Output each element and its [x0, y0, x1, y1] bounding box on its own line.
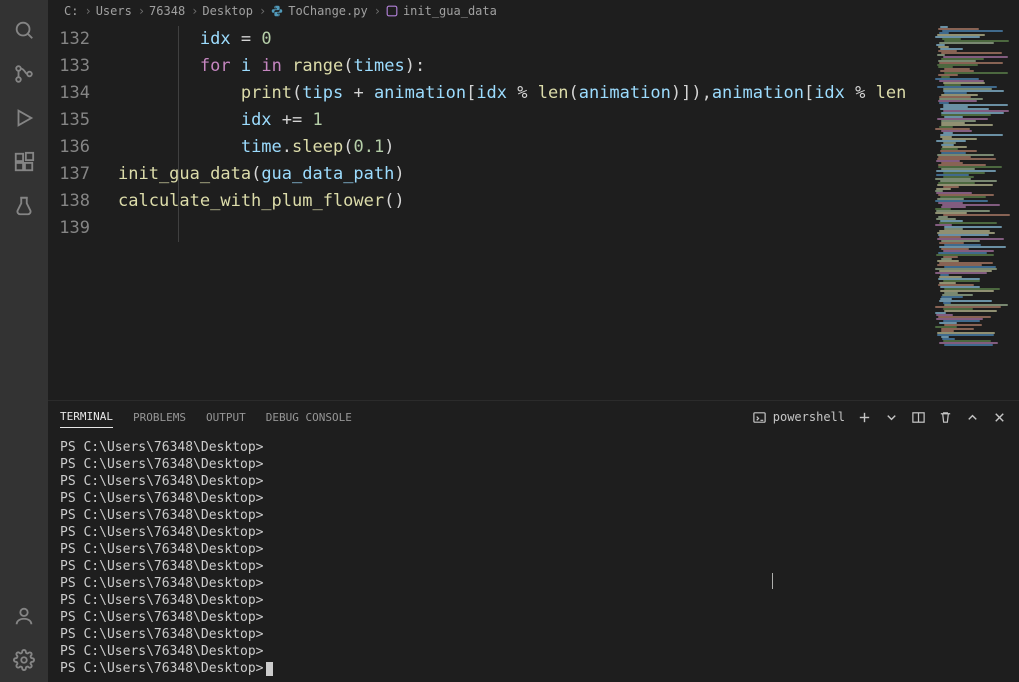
trash-icon[interactable] [938, 410, 953, 425]
terminal-line: PS C:\Users\76348\Desktop> [60, 456, 1007, 473]
terminal-line: PS C:\Users\76348\Desktop> [60, 541, 1007, 558]
code-line[interactable]: idx += 1 [118, 107, 931, 134]
breadcrumb-symbol[interactable]: init_gua_data [385, 4, 497, 18]
shell-label: powershell [773, 410, 845, 424]
terminal-cursor [266, 662, 273, 676]
tab-problems[interactable]: PROBLEMS [133, 407, 186, 428]
terminal-line: PS C:\Users\76348\Desktop> [60, 524, 1007, 541]
terminal-line: PS C:\Users\76348\Desktop> [60, 626, 1007, 643]
breadcrumb-segment[interactable]: Users› [96, 4, 147, 18]
breadcrumb-segment[interactable]: Desktop› [202, 4, 268, 18]
line-number-gutter: 132133134135136137138139 [48, 22, 110, 400]
run-icon[interactable] [0, 96, 48, 140]
bottom-panel: TERMINAL PROBLEMS OUTPUT DEBUG CONSOLE p… [48, 400, 1019, 682]
code-line[interactable]: for i in range(times): [118, 53, 931, 80]
code-line[interactable]: idx = 0 [118, 26, 931, 53]
code-line[interactable]: calculate_with_plum_flower() [118, 188, 931, 215]
search-icon[interactable] [0, 8, 48, 52]
plus-icon[interactable] [857, 410, 872, 425]
terminal-shell-icon [752, 410, 767, 425]
chevron-up-icon[interactable] [965, 410, 980, 425]
terminal-line: PS C:\Users\76348\Desktop> [60, 660, 1007, 677]
code-line[interactable]: print(tips + animation[idx % len(animati… [118, 80, 931, 107]
tab-output[interactable]: OUTPUT [206, 407, 246, 428]
minimap[interactable] [931, 22, 1019, 400]
breadcrumb-segment[interactable]: 76348› [149, 4, 200, 18]
terminal-line: PS C:\Users\76348\Desktop> [60, 507, 1007, 524]
text-cursor [772, 573, 773, 589]
code-line[interactable]: time.sleep(0.1) [118, 134, 931, 161]
tab-debug-console[interactable]: DEBUG CONSOLE [266, 407, 352, 428]
extensions-icon[interactable] [0, 140, 48, 184]
function-symbol-icon [385, 4, 399, 18]
terminal-line: PS C:\Users\76348\Desktop> [60, 643, 1007, 660]
account-icon[interactable] [0, 594, 48, 638]
terminal-line: PS C:\Users\76348\Desktop> [60, 592, 1007, 609]
terminal-line: PS C:\Users\76348\Desktop> [60, 473, 1007, 490]
split-icon[interactable] [911, 410, 926, 425]
test-icon[interactable] [0, 184, 48, 228]
terminal-line: PS C:\Users\76348\Desktop> [60, 439, 1007, 456]
terminal-line: PS C:\Users\76348\Desktop> [60, 609, 1007, 626]
python-file-icon [270, 4, 284, 18]
breadcrumb-file[interactable]: ToChange.py› [270, 4, 383, 18]
indent-guide [178, 26, 179, 242]
tab-terminal[interactable]: TERMINAL [60, 406, 113, 428]
close-icon[interactable] [992, 410, 1007, 425]
scm-icon[interactable] [0, 52, 48, 96]
terminal-shell-selector[interactable]: powershell [752, 410, 845, 425]
code-line[interactable]: init_gua_data(gua_data_path) [118, 161, 931, 188]
chevron-down-icon[interactable] [884, 410, 899, 425]
panel-tabs: TERMINAL PROBLEMS OUTPUT DEBUG CONSOLE p… [48, 401, 1019, 433]
terminal-line: PS C:\Users\76348\Desktop> [60, 558, 1007, 575]
terminal-line: PS C:\Users\76348\Desktop> [60, 490, 1007, 507]
breadcrumb-segment[interactable]: C:› [64, 4, 94, 18]
code-content[interactable]: idx = 0 for i in range(times): print(tip… [110, 22, 931, 400]
terminal-body[interactable]: PS C:\Users\76348\Desktop>PS C:\Users\76… [48, 433, 1019, 682]
code-editor[interactable]: 132133134135136137138139 idx = 0 for i i… [48, 22, 1019, 400]
terminal-line: PS C:\Users\76348\Desktop> [60, 575, 1007, 592]
gear-icon[interactable] [0, 638, 48, 682]
activity-bar [0, 0, 48, 682]
breadcrumb[interactable]: C:› Users› 76348› Desktop› ToChange.py› … [48, 0, 1019, 22]
